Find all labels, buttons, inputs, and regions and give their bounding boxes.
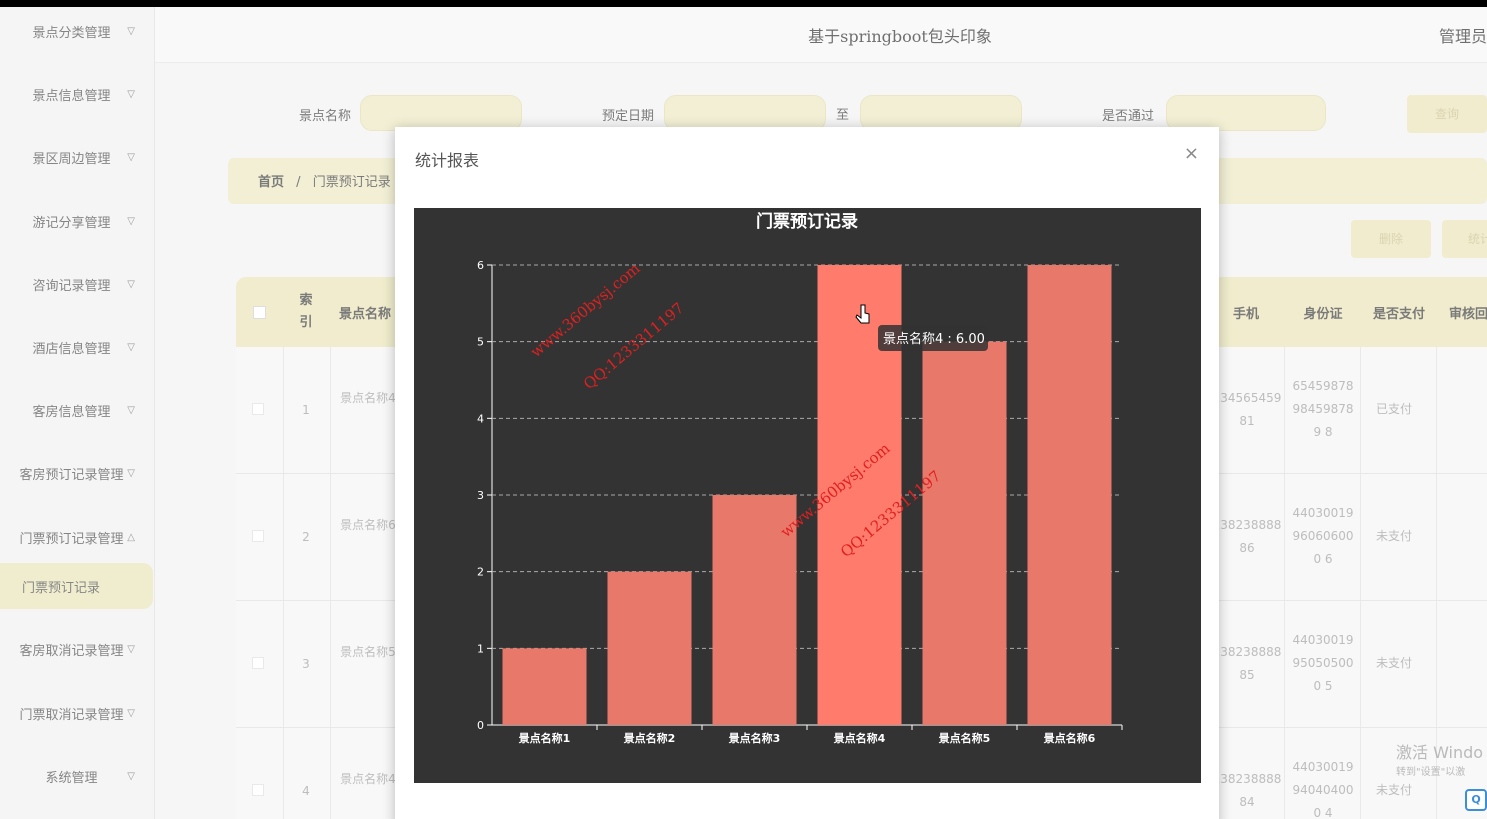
chart-container: 门票预订记录 0 1 2 3 4 5 6 景点名称1 景点名称2 景点名称3 景点名称4 景点名称5 景… bbox=[414, 208, 1201, 783]
x-tick-label: 景点名称3 bbox=[728, 731, 781, 745]
chart-tooltip: 景点名称4 : 6.00 bbox=[878, 325, 988, 351]
x-tick-label: 景点名称6 bbox=[1043, 731, 1096, 745]
bar-6 bbox=[1027, 265, 1112, 725]
chart-title: 门票预订记录 bbox=[756, 211, 858, 232]
watermark-qq: QQ:1233311197 bbox=[580, 299, 687, 393]
bar-1 bbox=[502, 648, 587, 725]
y-tick-label: 0 bbox=[477, 719, 484, 732]
app-root: 景点分类管理 ▽ 景点信息管理 ▽ 景区周边管理 ▽ 游记分享管理 ▽ 咨询记录管理 ▽ … bbox=[0, 7, 1487, 819]
y-tick-label: 6 bbox=[477, 259, 484, 272]
x-tick-label: 景点名称4 bbox=[833, 731, 886, 745]
close-icon[interactable]: × bbox=[1184, 143, 1199, 164]
bar-chart: 门票预订记录 0 1 2 3 4 5 6 景点名称1 景点名称2 景点名称3 景点名称4 景点名称5 景… bbox=[477, 211, 1123, 745]
windows-activation-subtext: 转到"设置"以激 bbox=[1396, 767, 1466, 778]
bar-2 bbox=[607, 571, 692, 725]
modal-title: 统计报表 bbox=[415, 151, 480, 170]
x-tick-label: 景点名称2 bbox=[623, 731, 676, 745]
y-tick-label: 4 bbox=[477, 412, 484, 425]
y-tick-label: 5 bbox=[477, 336, 484, 349]
bar-5 bbox=[922, 341, 1007, 725]
x-tick-label: 景点名称5 bbox=[938, 731, 991, 745]
stats-modal: 统计报表 × 门票预订记录 0 1 2 3 4 5 6 景点名称1 景点名称2 景点名称3 景点名称… bbox=[395, 127, 1219, 819]
y-tick-label: 3 bbox=[477, 489, 484, 502]
qq-icon[interactable]: Q bbox=[1465, 789, 1487, 811]
y-tick-label: 2 bbox=[477, 566, 484, 579]
x-tick-label: 景点名称1 bbox=[518, 731, 571, 745]
windows-activation-text: 激活 Windo bbox=[1396, 743, 1484, 762]
y-tick-label: 1 bbox=[477, 642, 484, 655]
tooltip-text: 景点名称4 : 6.00 bbox=[883, 331, 985, 347]
